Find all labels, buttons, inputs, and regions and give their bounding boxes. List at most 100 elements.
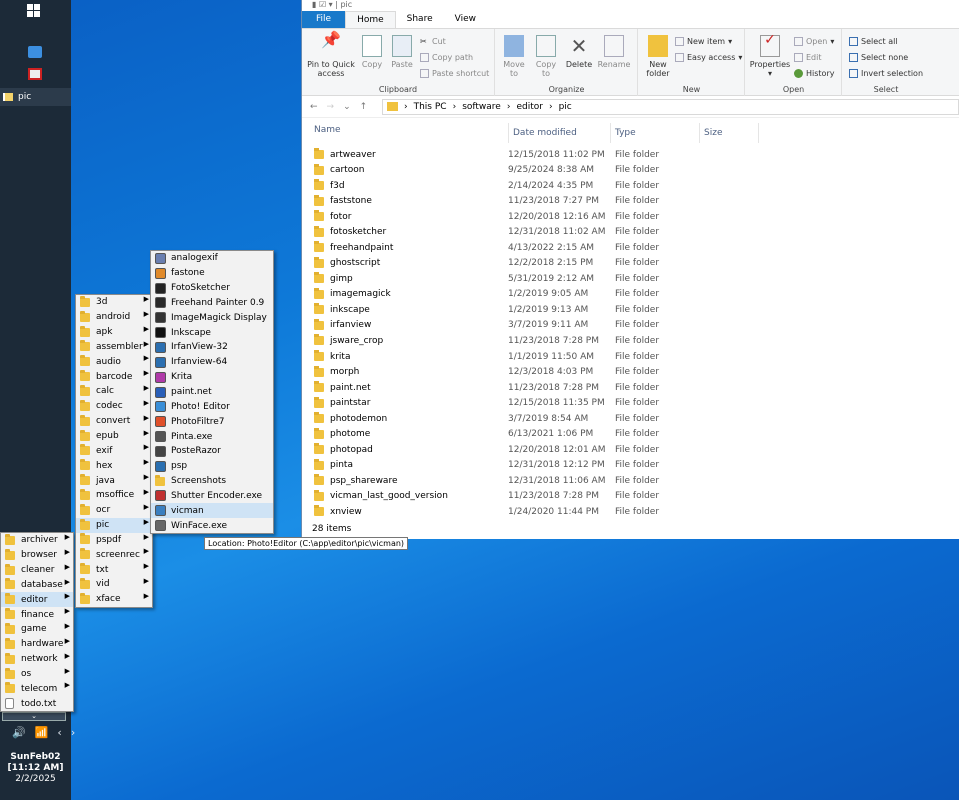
file-row[interactable]: faststone 11/23/2018 7:27 PM File folder (314, 194, 774, 210)
up-icon[interactable]: ↑ (360, 102, 368, 112)
menu-editor-item[interactable]: msoffice ▶ (76, 488, 152, 503)
open-button[interactable]: Open ▾ (794, 37, 834, 46)
menu-editor-item[interactable]: pic ▶ (76, 517, 152, 533)
menu-root-item[interactable]: game ▶ (1, 622, 73, 637)
menu-pic-item[interactable]: Irfanview-64 (151, 355, 273, 370)
invert-selection-button[interactable]: Invert selection (849, 69, 923, 78)
recent-locations-icon[interactable]: ⌄ (343, 102, 351, 112)
breadcrumb-editor[interactable]: editor (516, 102, 543, 112)
volume-icon[interactable]: 🔊 (12, 726, 26, 739)
file-row[interactable]: xnview 1/24/2020 11:44 PM File folder (314, 504, 774, 520)
file-row[interactable]: photopad 12/20/2018 12:01 AM File folder (314, 442, 774, 458)
delete-button[interactable]: ✕ Delete (564, 35, 594, 69)
menu-pic-item[interactable]: Krita (151, 370, 273, 385)
menu-root-item[interactable]: database ▶ (1, 578, 73, 593)
menu-root-item[interactable]: cleaner ▶ (1, 563, 73, 578)
menu-editor-item[interactable]: exif ▶ (76, 443, 152, 458)
file-row[interactable]: psp_shareware 12/31/2018 11:06 AM File fol… (314, 473, 774, 489)
menu-editor-item[interactable]: screenrec ▶ (76, 547, 152, 562)
tab-share[interactable]: Share (396, 11, 444, 28)
file-row[interactable]: jsware_crop 11/23/2018 7:28 PM File folder (314, 333, 774, 349)
menu-editor-item[interactable]: barcode ▶ (76, 369, 152, 384)
pin-quick-access-button[interactable]: 📌 Pin to Quick access (306, 32, 356, 79)
menu-pic-item[interactable]: WinFace.exe (151, 518, 273, 533)
column-date-modified[interactable]: Date modified (508, 123, 577, 143)
menu-editor-item[interactable]: android ▶ (76, 310, 152, 325)
menu-root-item[interactable]: browser ▶ (1, 548, 73, 563)
file-row[interactable]: artweaver 12/15/2018 11:02 PM File folder (314, 147, 774, 163)
tab-home[interactable]: Home (345, 11, 396, 28)
file-row[interactable]: gimp 5/31/2019 2:12 AM File folder (314, 271, 774, 287)
properties-button[interactable]: ✓ Properties ▾ (748, 33, 792, 78)
file-row[interactable]: paintstar 12/15/2018 11:35 PM File folder (314, 395, 774, 411)
file-row[interactable]: fotosketcher 12/31/2018 11:02 AM File fold… (314, 225, 774, 241)
clock[interactable]: SunFeb02 [11:12 AM] 2/2/2025 (0, 752, 71, 785)
menu-root-item[interactable]: network ▶ (1, 652, 73, 667)
file-row[interactable]: pinta 12/31/2018 12:12 PM File folder (314, 457, 774, 473)
menu-pic-item[interactable]: fastone (151, 266, 273, 281)
taskbar-item-pic[interactable]: pic (0, 88, 71, 106)
menu-editor-item[interactable]: codec ▶ (76, 399, 152, 414)
new-folder-button[interactable]: New folder (643, 35, 673, 78)
menu-pic-item[interactable]: paint.net (151, 385, 273, 400)
column-size[interactable]: Size (699, 123, 759, 143)
copy-to-button[interactable]: Copy to (532, 35, 560, 78)
file-row[interactable]: vicman_last_good_version 11/23/2018 7:28 … (314, 488, 774, 504)
menu-pic-item[interactable]: Pinta.exe (151, 429, 273, 444)
menu-pic-item[interactable]: PosteRazor (151, 444, 273, 459)
app-icon[interactable] (28, 68, 42, 80)
app-icon[interactable] (28, 46, 42, 58)
back-icon[interactable]: ← (310, 102, 318, 112)
tab-file[interactable]: File (302, 11, 346, 28)
cut-button[interactable]: ✂ Cut (420, 37, 446, 46)
copy-path-button[interactable]: Copy path (420, 53, 473, 62)
menu-root-item[interactable]: finance ▶ (1, 607, 73, 622)
file-row[interactable]: paint.net 11/23/2018 7:28 PM File folder (314, 380, 774, 396)
menu-editor-item[interactable]: vid ▶ (76, 577, 152, 592)
history-button[interactable]: History (794, 69, 834, 78)
address-bar[interactable]: › This PC › software › editor › pic (382, 98, 959, 115)
tab-view[interactable]: View (444, 11, 487, 28)
menu-pic-item[interactable]: Inkscape (151, 325, 273, 340)
copy-button[interactable]: Copy (358, 35, 386, 69)
paste-button[interactable]: Paste (388, 35, 416, 69)
menu-pic-item[interactable]: vicman (151, 503, 273, 519)
menu-root-item[interactable]: archiver ▶ (1, 533, 73, 548)
file-row[interactable]: cartoon 9/25/2024 8:38 AM File folder (314, 163, 774, 179)
file-row[interactable]: fotor 12/20/2018 12:16 AM File folder (314, 209, 774, 225)
forward-icon[interactable]: → (327, 102, 335, 112)
breadcrumb-this-pc[interactable]: This PC (414, 102, 447, 112)
move-to-button[interactable]: Move to (500, 35, 528, 78)
menu-root-item[interactable]: os ▶ (1, 667, 73, 682)
menu-editor-item[interactable]: hex ▶ (76, 458, 152, 473)
breadcrumb-pic[interactable]: pic (559, 102, 572, 112)
menu-pic-item[interactable]: PhotoFiltre7 (151, 414, 273, 429)
file-row[interactable]: krita 1/1/2019 11:50 AM File folder (314, 349, 774, 365)
select-all-button[interactable]: Select all (849, 37, 898, 46)
file-row[interactable]: f3d 2/14/2024 4:35 PM File folder (314, 178, 774, 194)
menu-pic-item[interactable]: Photo! Editor (151, 399, 273, 414)
file-row[interactable]: photodemon 3/7/2019 8:54 AM File folder (314, 411, 774, 427)
windows-start-icon[interactable] (27, 4, 41, 18)
column-name[interactable]: Name (314, 125, 341, 141)
network-icon[interactable]: 📶 (35, 726, 49, 739)
menu-editor-item[interactable]: pspdf ▶ (76, 533, 152, 548)
file-row[interactable]: morph 12/3/2018 4:03 PM File folder (314, 364, 774, 380)
menu-editor-item[interactable]: ocr ▶ (76, 503, 152, 518)
menu-root-item[interactable]: telecom ▶ (1, 681, 73, 696)
menu-pic-item[interactable]: analogexif (151, 251, 273, 266)
menu-root-item[interactable]: todo.txt (1, 696, 73, 711)
edit-button[interactable]: Edit (794, 53, 822, 62)
menu-pic-item[interactable]: FotoSketcher (151, 281, 273, 296)
menu-pic-item[interactable]: ImageMagick Display (151, 310, 273, 325)
menu-pic-item[interactable]: Freehand Painter 0.9 (151, 296, 273, 311)
menu-editor-item[interactable]: 3d ▶ (76, 295, 152, 310)
file-row[interactable]: photome 6/13/2021 1:06 PM File folder (314, 426, 774, 442)
column-type[interactable]: Type (610, 123, 636, 143)
menu-pic-item[interactable]: psp (151, 459, 273, 474)
chevron-down-icon[interactable]: ⌄ (2, 712, 66, 721)
menu-editor-item[interactable]: assembler ▶ (76, 340, 152, 355)
rename-button[interactable]: Rename (596, 35, 632, 69)
chevron-left-icon[interactable]: ‹ (57, 726, 61, 739)
chevron-right-icon[interactable]: › (71, 726, 75, 739)
